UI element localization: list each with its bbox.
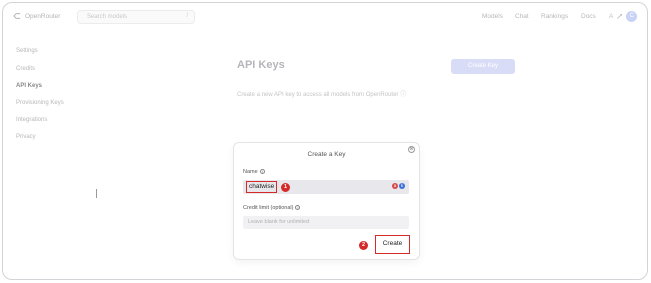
autofill-icon: a (392, 183, 398, 189)
search-input[interactable]: Search models / (77, 10, 195, 24)
key-icon: k (399, 183, 405, 189)
sidebar-item-settings[interactable]: Settings (16, 48, 38, 54)
settings-icon[interactable] (616, 13, 623, 20)
search-shortcut-key: / (186, 13, 188, 19)
page-description: Create a new API key to access all model… (237, 92, 407, 98)
search-placeholder: Search models (87, 14, 128, 20)
text-cursor (96, 189, 97, 198)
avatar[interactable]: C (626, 11, 638, 22)
name-field-label: Name i (243, 169, 265, 175)
openrouter-logo-icon (13, 13, 21, 19)
credit-limit-placeholder: Leave blank for unlimited (248, 219, 310, 225)
name-field[interactable]: chatwise a k (243, 180, 409, 194)
top-bar: OpenRouter Search models / Models Chat R… (3, 3, 647, 31)
brand-name: OpenRouter (25, 12, 61, 20)
sidebar-item-integrations[interactable]: Integrations (16, 117, 47, 123)
nav-rankings[interactable]: Rankings (541, 13, 568, 20)
password-manager-icon[interactable]: a k (392, 183, 405, 189)
nav-docs[interactable]: Docs (581, 13, 596, 20)
credit-field-label: Credit limit (optional) i (243, 205, 301, 211)
step-marker-1: 1 (281, 183, 290, 192)
user-controls: A C (609, 11, 638, 22)
sidebar-item-api-keys[interactable]: API Keys (16, 83, 42, 89)
credit-limit-field[interactable]: Leave blank for unlimited (243, 216, 409, 229)
sidebar-item-credits[interactable]: Credits (16, 66, 35, 72)
brand-link[interactable]: OpenRouter (13, 12, 60, 20)
create-key-dialog: ⊗ Create a Key Name i chatwise a k Credit… (234, 143, 419, 259)
name-value: chatwise (246, 181, 278, 193)
sidebar-item-privacy[interactable]: Privacy (16, 134, 36, 140)
name-label-text: Name (243, 169, 258, 175)
info-icon: i (295, 205, 301, 210)
page-title: API Keys (237, 59, 285, 71)
credit-label-text: Credit limit (optional) (243, 205, 294, 211)
nav-chat[interactable]: Chat (515, 13, 529, 20)
step-marker-2: 2 (359, 241, 368, 250)
dialog-title: Create a Key (307, 151, 346, 158)
language-icon[interactable]: A (609, 13, 613, 20)
app-window: OpenRouter Search models / Models Chat R… (2, 2, 648, 280)
create-key-button[interactable]: Create Key (451, 59, 515, 74)
info-icon: i (259, 169, 265, 174)
nav-models[interactable]: Models (482, 13, 503, 20)
sidebar-item-provisioning-keys[interactable]: Provisioning Keys (16, 100, 64, 106)
create-button[interactable]: Create (375, 235, 410, 254)
